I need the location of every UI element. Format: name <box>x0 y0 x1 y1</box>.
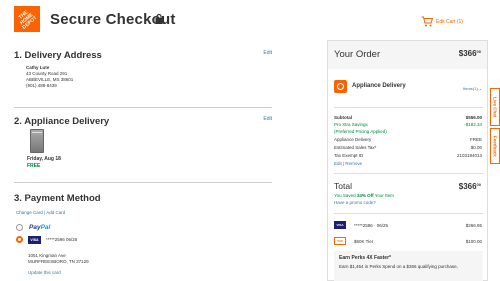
paypal-radio[interactable] <box>16 224 23 231</box>
payment-split-row: VISA *****2596 · 06/25 $266.95 <box>334 221 482 231</box>
section-divider <box>14 107 272 108</box>
delivery-cost: FREE <box>27 163 41 169</box>
payment-method-section: 3. Payment Method <box>14 193 272 208</box>
chevron-down-icon: ⌄ <box>478 86 483 91</box>
edit-remove-links[interactable]: Edit | Remove <box>334 161 362 166</box>
summary-row: (Preferred Pricing Applied) <box>334 129 387 134</box>
billing-line2: MURFREESBORO, TN 37129 <box>28 259 89 264</box>
perks-title: Earn Perks 4X Faster* <box>339 255 391 261</box>
appliance-delivery-group: Appliance Delivery <box>334 80 484 96</box>
order-panel-header: Your Order $36600 <box>328 41 487 69</box>
payment-desc: $60K Tier <box>354 239 374 244</box>
cart-icon <box>421 16 433 27</box>
update-card-link[interactable]: Update this card <box>28 270 61 275</box>
delivery-address-block: Cathy Lute 43 County Road 291 ABBEVILLE,… <box>26 65 73 89</box>
home-depot-logo[interactable]: THE HOME DEPOT <box>14 6 40 32</box>
delivery-address-edit-link[interactable]: Edit <box>263 50 272 56</box>
paypal-logo: PayPal <box>29 224 51 231</box>
dishwasher-image <box>30 129 44 153</box>
perks-banner: Earn Perks 4X Faster* Earn $1,464 in Per… <box>334 251 483 281</box>
appliance-delivery-section: 2. Appliance Delivery Edit <box>14 116 272 176</box>
savings-text: You Saved 34% Off Your Item <box>334 193 394 198</box>
visa-icon: VISA <box>334 221 346 229</box>
feedback-tab[interactable]: Feedback <box>490 128 500 164</box>
payment-amount: $266.95 <box>465 223 482 228</box>
appliance-delivery-title: 2. Appliance Delivery <box>14 116 110 127</box>
payment-amount: $100.00 <box>465 239 482 244</box>
phone-number: (901) 488-8439 <box>26 83 57 88</box>
tax-credit-icon: TAX <box>334 237 346 245</box>
edit-cart-label: Edit Cart (1) <box>436 18 463 25</box>
header: THE HOME DEPOT Secure Checkout Edit Cart… <box>0 0 500 40</box>
items-toggle[interactable]: Items(1) ⌄ <box>463 86 482 91</box>
total-price: $36600 <box>458 182 481 191</box>
summary-row: Tax Exempt ID 2103184013 <box>334 153 482 158</box>
panel-divider <box>334 107 483 108</box>
appliance-delivery-edit-link[interactable]: Edit <box>263 116 272 122</box>
order-summary-panel: Your Order $36600 Appliance Delivery Ite… <box>327 40 488 281</box>
delivery-address-section: 1. Delivery Address Edit Cathy Lute 43 C… <box>14 50 272 100</box>
order-title: Your Order <box>334 49 381 60</box>
visa-icon: VISA <box>28 236 41 244</box>
appliance-group-label: Appliance Delivery <box>352 83 406 89</box>
summary-row: Estimated Sales Tax* $0.00 <box>334 145 482 150</box>
change-add-card-links[interactable]: Change Card | Add Card <box>16 210 65 215</box>
delivery-address-title: 1. Delivery Address <box>14 50 102 61</box>
summary-row: Appliance Delivery FREE <box>334 137 482 142</box>
appliance-icon <box>334 80 347 93</box>
section-divider <box>14 182 272 183</box>
promo-code-link[interactable]: Have a promo code? <box>334 200 376 205</box>
payment-split-row: TAX $60K Tier $100.00 <box>334 237 482 247</box>
header-order-price: $36600 <box>458 49 481 58</box>
visa-card-radio[interactable] <box>16 236 23 243</box>
edit-cart-link[interactable]: Edit Cart (1) <box>421 16 463 27</box>
summary-row: Subtotal $556.00 <box>334 115 482 120</box>
panel-divider <box>334 173 483 174</box>
total-label: Total <box>334 181 352 191</box>
payment-method-title: 3. Payment Method <box>14 193 101 204</box>
panel-divider <box>334 213 483 214</box>
summary-row: Pro Xtra Savings -$182.34 <box>334 122 482 127</box>
card-number: *****2596 06/25 <box>46 237 78 242</box>
live-chat-tab[interactable]: Live Chat <box>490 88 500 126</box>
payment-desc: *****2596 · 06/25 <box>354 223 389 228</box>
delivery-date: Friday, Aug 18 <box>27 156 61 162</box>
perks-text: Earn $1,464 in Perks Spend on a $366 qua… <box>339 264 458 269</box>
lock-icon <box>155 14 163 24</box>
billing-address: 1051 Kingman Ave MURFREESBORO, TN 37129 <box>28 253 89 265</box>
